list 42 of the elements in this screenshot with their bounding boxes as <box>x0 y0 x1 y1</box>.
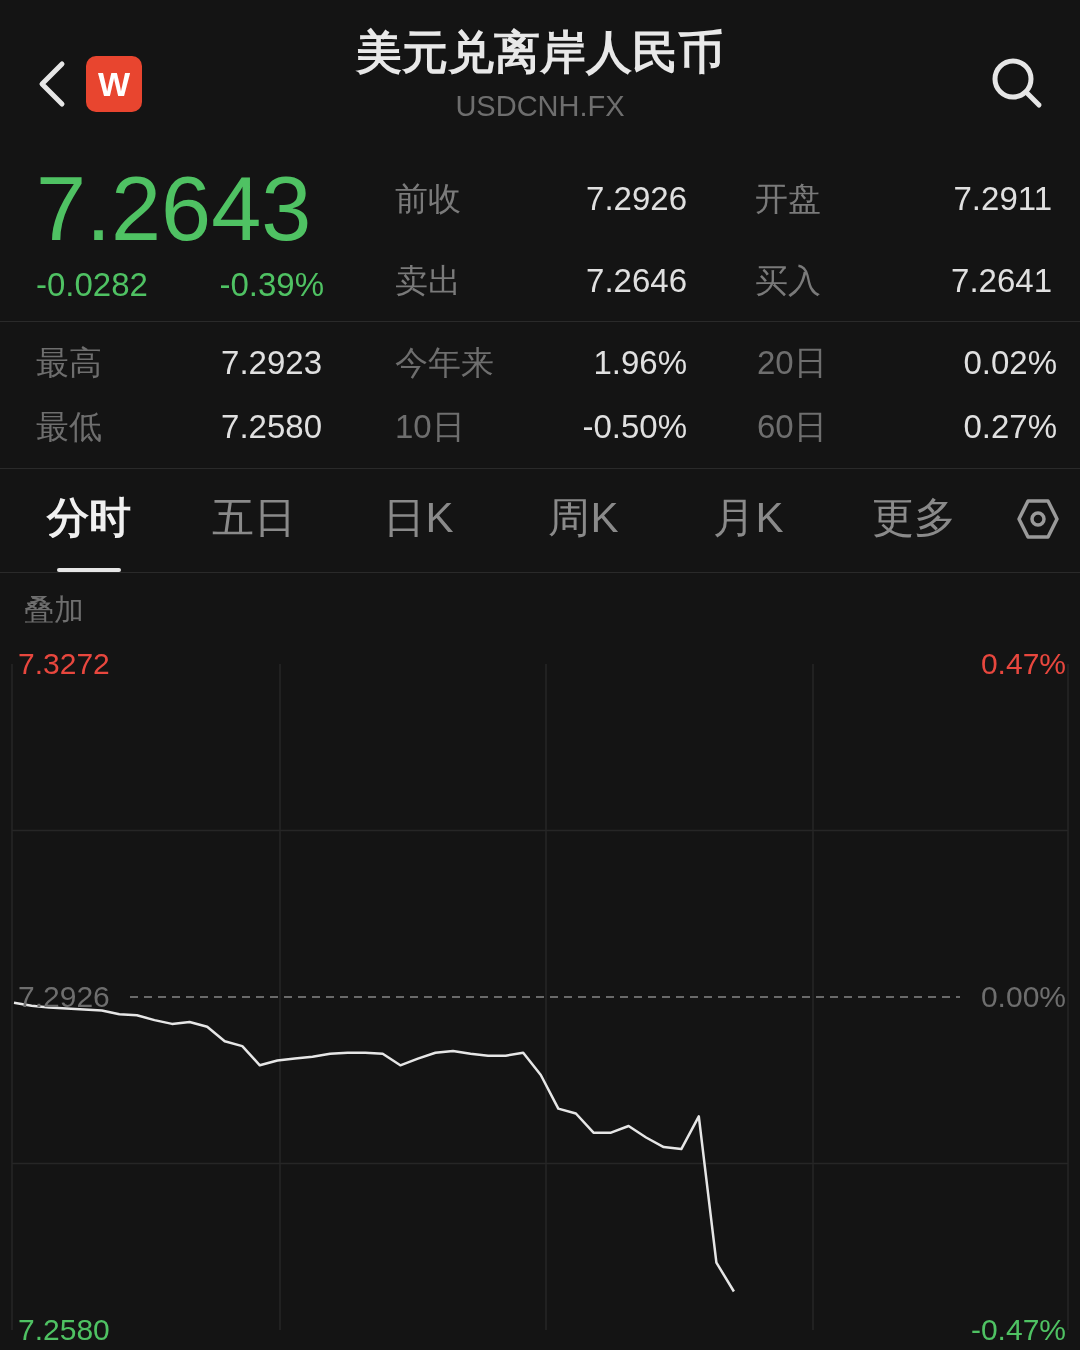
axis-label: 7.2926 <box>18 979 110 1015</box>
field-value: 7.2926 <box>585 179 687 219</box>
percent-change: -0.39% <box>219 265 324 305</box>
stat-label: 20日 <box>756 343 828 383</box>
stat-label: 今年来 <box>394 343 495 383</box>
stat-value: 7.2923 <box>220 343 322 383</box>
stat-label: 最高 <box>36 343 103 383</box>
field-label: 买入 <box>754 261 822 301</box>
price-change: -0.0282 <box>36 265 148 305</box>
settings-icon[interactable] <box>1017 497 1059 540</box>
page-title: 美元兑离岸人民币 <box>356 25 724 80</box>
chart-tab[interactable]: 分时 <box>46 493 131 543</box>
field-label: 卖出 <box>395 261 462 301</box>
stat-label: 60日 <box>756 407 828 447</box>
chart-tab[interactable]: 五日 <box>211 493 296 543</box>
axis-label: 7.2580 <box>18 1312 110 1348</box>
app-logo[interactable]: W <box>86 56 142 112</box>
chart-tab[interactable]: 周K <box>548 493 619 543</box>
field-label: 开盘 <box>754 179 822 219</box>
stat-label: 最低 <box>36 407 103 447</box>
stat-value: 1.96% <box>592 343 687 383</box>
chart-tab[interactable]: 日K <box>383 493 454 543</box>
search-icon[interactable] <box>990 56 1044 110</box>
stat-value: 0.02% <box>962 343 1057 383</box>
overlay-label[interactable]: 叠加 <box>24 586 84 632</box>
stat-value: -0.50% <box>581 407 687 447</box>
axis-label: 0.47% <box>980 646 1066 682</box>
stat-label: 10日 <box>394 407 466 447</box>
field-value: 7.2911 <box>952 179 1052 219</box>
axis-label: 7.3272 <box>18 646 110 682</box>
axis-label: -0.47% <box>970 1312 1066 1348</box>
chart-tab[interactable]: 更多 <box>871 493 956 543</box>
field-value: 7.2646 <box>585 261 687 301</box>
stat-value: 0.27% <box>962 407 1057 447</box>
stat-value: 7.2580 <box>220 407 322 447</box>
field-value: 7.2641 <box>950 261 1052 301</box>
chart-tab[interactable]: 月K <box>713 493 784 543</box>
current-price: 7.2643 <box>36 163 313 255</box>
symbol-code: USDCNH.FX <box>455 89 625 124</box>
field-label: 前收 <box>395 179 462 219</box>
tab-underline <box>56 568 121 572</box>
axis-label: 0.00% <box>980 979 1066 1015</box>
